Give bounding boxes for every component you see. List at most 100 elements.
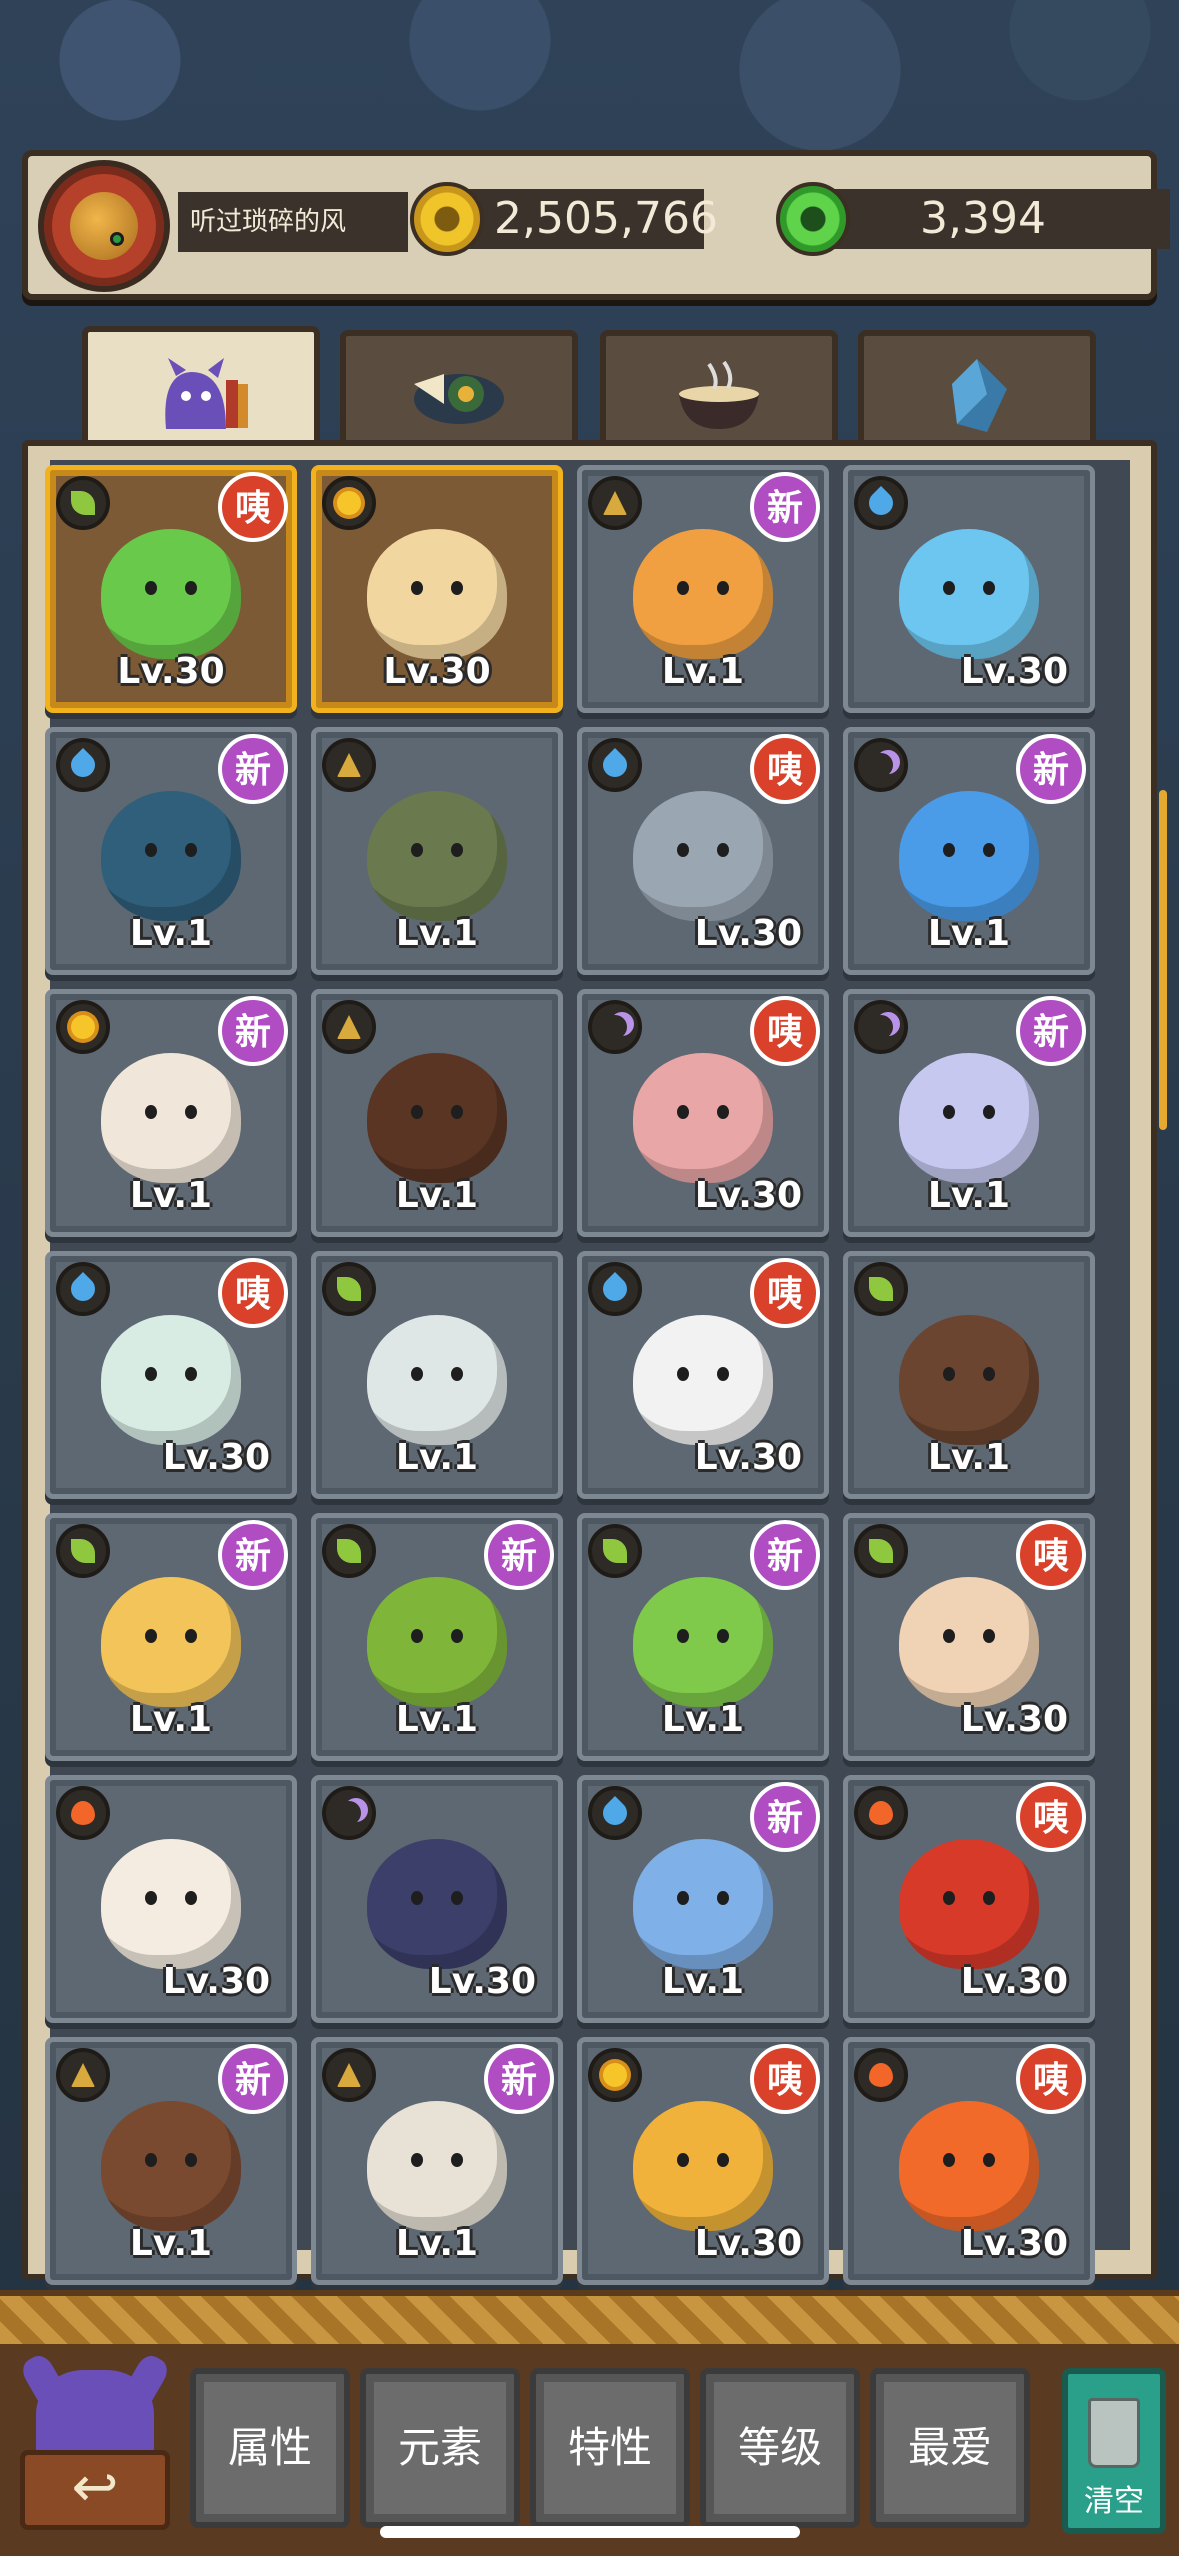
scrollbar[interactable] <box>1159 790 1167 1130</box>
monster-card[interactable]: 咦 Lv.30 <box>843 2037 1095 2285</box>
sun-element-icon <box>588 2048 642 2102</box>
new-badge: 新 <box>1016 996 1086 1066</box>
monster-card[interactable]: 新 Lv.1 <box>45 727 297 975</box>
water-element-icon <box>56 1262 110 1316</box>
monster-portrait <box>633 790 773 921</box>
level-label: Lv.30 <box>428 1961 536 2002</box>
monster-card[interactable]: Lv.30 <box>45 1775 297 2023</box>
new-badge: 新 <box>1016 734 1086 804</box>
hint-badge: 咦 <box>218 472 288 542</box>
monster-portrait <box>899 1838 1039 1969</box>
home-indicator[interactable] <box>380 2526 800 2538</box>
gem-counter[interactable]: 3,394 <box>776 182 1170 256</box>
monster-card[interactable]: 新 Lv.1 <box>577 1775 829 2023</box>
coin-counter[interactable]: 2,505,766 <box>410 182 718 256</box>
level-label: Lv.30 <box>383 651 491 692</box>
filter-element-button[interactable]: 元素 <box>360 2368 520 2528</box>
monster-portrait <box>633 2100 773 2231</box>
level-label: Lv.30 <box>960 1699 1068 1740</box>
monster-portrait <box>101 1314 241 1445</box>
level-label: Lv.30 <box>694 913 802 954</box>
monster-portrait <box>633 1052 773 1183</box>
level-label: Lv.1 <box>129 913 213 954</box>
earth-element-icon <box>588 476 642 530</box>
monster-card[interactable]: 咦 Lv.30 <box>577 1251 829 1499</box>
monster-card[interactable]: 新 Lv.1 <box>577 1513 829 1761</box>
monster-card[interactable]: 新 Lv.1 <box>843 727 1095 975</box>
monster-portrait <box>367 1314 507 1445</box>
monster-card[interactable]: Lv.30 <box>843 465 1095 713</box>
hint-badge: 咦 <box>750 734 820 804</box>
monster-portrait <box>367 1052 507 1183</box>
water-element-icon <box>588 738 642 792</box>
level-label: Lv.30 <box>960 651 1068 692</box>
monster-card[interactable]: Lv.30 <box>311 465 563 713</box>
back-button[interactable]: ↩ <box>20 2370 170 2540</box>
fire-element-icon <box>56 1786 110 1840</box>
ramen-bowl-tab-icon <box>679 360 759 429</box>
monster-card[interactable]: Lv.1 <box>311 989 563 1237</box>
monster-portrait <box>899 2100 1039 2231</box>
monster-portrait <box>899 790 1039 921</box>
monster-portrait <box>101 1052 241 1183</box>
clear-label: 清空 <box>1084 2484 1144 2519</box>
filter-level-button[interactable]: 等级 <box>700 2368 860 2528</box>
monster-portrait <box>101 790 241 921</box>
sun-element-icon <box>322 476 376 530</box>
tab-ramen[interactable] <box>600 330 838 452</box>
monster-card[interactable]: Lv.30 <box>311 1775 563 2023</box>
level-label: Lv.30 <box>694 2223 802 2264</box>
monster-card[interactable]: 咦 Lv.30 <box>577 989 829 1237</box>
monster-card[interactable]: 咦 Lv.30 <box>45 465 297 713</box>
monster-card[interactable]: 新 Lv.1 <box>45 2037 297 2285</box>
level-label: Lv.1 <box>927 1175 1011 1216</box>
monster-card[interactable]: 新 Lv.1 <box>45 1513 297 1761</box>
monster-card[interactable]: 新 Lv.1 <box>45 989 297 1237</box>
earth-element-icon <box>322 1000 376 1054</box>
player-avatar[interactable] <box>38 160 170 292</box>
monster-card[interactable]: Lv.1 <box>311 1251 563 1499</box>
level-label: Lv.1 <box>129 2223 213 2264</box>
monster-card[interactable]: 新 Lv.1 <box>311 2037 563 2285</box>
monster-card[interactable]: 咦 Lv.30 <box>843 1775 1095 2023</box>
monster-card[interactable]: Lv.1 <box>311 727 563 975</box>
level-label: Lv.1 <box>661 1961 745 2002</box>
tab-crystals[interactable] <box>858 330 1096 452</box>
hint-badge: 咦 <box>750 1258 820 1328</box>
player-status-bar: 听过琐碎的风 2,505,766 3,394 <box>22 150 1170 300</box>
monster-card[interactable]: Lv.1 <box>843 1251 1095 1499</box>
gem-icon <box>776 182 850 256</box>
level-label: Lv.1 <box>129 1175 213 1216</box>
level-label: Lv.1 <box>129 1699 213 1740</box>
filter-trait-button[interactable]: 特性 <box>530 2368 690 2528</box>
clear-button[interactable]: 清空 <box>1062 2368 1166 2534</box>
monster-portrait <box>101 2100 241 2231</box>
filter-favorite-button[interactable]: 最爱 <box>870 2368 1030 2528</box>
level-label: Lv.30 <box>694 1175 802 1216</box>
filter-attribute-button[interactable]: 属性 <box>190 2368 350 2528</box>
monster-card[interactable]: 新 Lv.1 <box>577 465 829 713</box>
monster-card[interactable]: 咦 Lv.30 <box>843 1513 1095 1761</box>
monster-portrait <box>633 528 773 659</box>
monster-portrait <box>367 790 507 921</box>
water-element-icon <box>56 738 110 792</box>
player-name: 听过琐碎的风 <box>178 192 408 252</box>
water-element-icon <box>854 476 908 530</box>
monster-card[interactable]: 咦 Lv.30 <box>577 727 829 975</box>
hint-badge: 咦 <box>750 996 820 1066</box>
fire-element-icon <box>854 2048 908 2102</box>
tab-food[interactable] <box>340 330 578 452</box>
hint-badge: 咦 <box>1016 1782 1086 1852</box>
monster-card[interactable]: 新 Lv.1 <box>311 1513 563 1761</box>
monster-portrait <box>367 528 507 659</box>
hint-badge: 咦 <box>1016 1520 1086 1590</box>
fire-element-icon <box>854 1786 908 1840</box>
moon-element-icon <box>588 1000 642 1054</box>
monster-card[interactable]: 咦 Lv.30 <box>577 2037 829 2285</box>
level-label: Lv.1 <box>927 1437 1011 1478</box>
back-arrow-icon: ↩ <box>20 2450 170 2530</box>
leaf-element-icon <box>322 1524 376 1578</box>
monster-card[interactable]: 新 Lv.1 <box>843 989 1095 1237</box>
monster-card[interactable]: 咦 Lv.30 <box>45 1251 297 1499</box>
tab-monsters[interactable] <box>82 326 320 456</box>
